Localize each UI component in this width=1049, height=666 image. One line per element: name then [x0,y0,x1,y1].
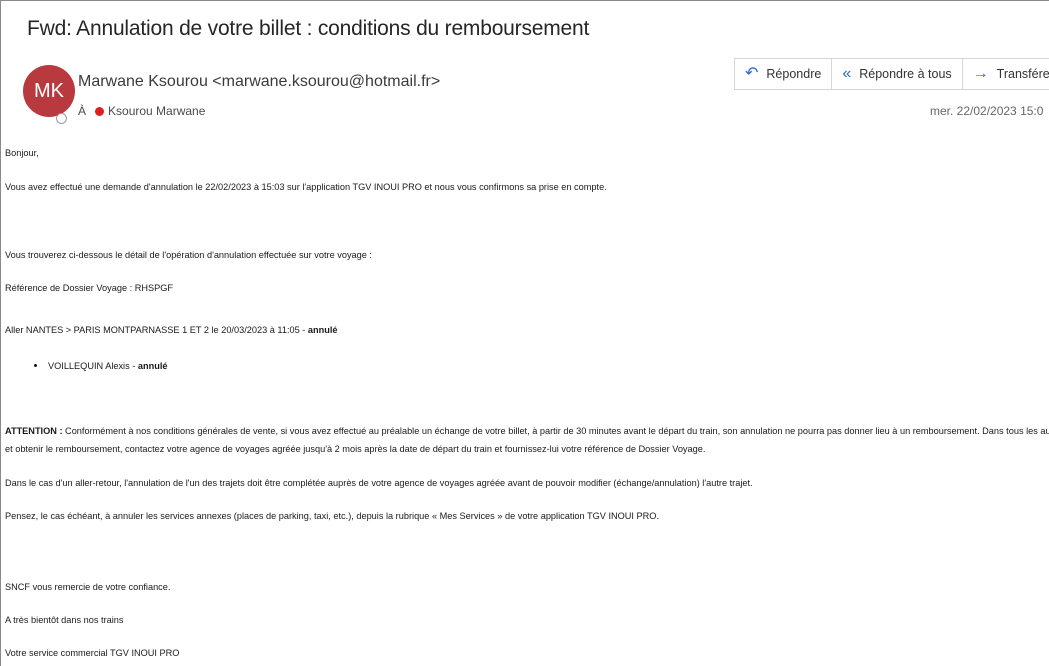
reply-all-label: Répondre à tous [859,67,952,81]
body-paragraph-round-trip: Dans le cas d'un aller-retour, l'annulat… [5,478,753,488]
reply-button[interactable]: ↶ Répondre [735,59,833,89]
red-status-dot-icon [95,106,105,116]
body-signature: Votre service commercial TGV INOUI PRO [5,648,180,658]
sender-avatar[interactable]: MK [23,65,75,117]
reply-label: Répondre [766,67,822,81]
reply-icon: ↶ [745,65,759,82]
passenger-status: annulé [137,361,168,371]
email-date: mer. 22/02/2023 15:0 [930,104,1044,118]
sender-name[interactable]: Marwane Ksourou <marwane.ksourou@hotmail… [78,73,440,91]
presence-status-icon [56,113,67,124]
body-paragraph-farewell: A très bientôt dans nos trains [5,615,124,625]
email-subject: Fwd: Annulation de votre billet : condit… [27,17,590,40]
body-paragraph-request: Vous avez effectué une demande d'annulat… [5,182,607,192]
avatar-initials: MK [34,79,64,102]
attention-text-line2: et obtenir le remboursement, contactez v… [5,444,706,454]
trip-line: Aller NANTES > PARIS MONTPARNASSE 1 ET 2… [5,324,338,336]
trip-description: Aller NANTES > PARIS MONTPARNASSE 1 ET 2… [5,325,308,335]
forward-button[interactable]: → Transférer [963,59,1049,89]
booking-reference: Référence de Dossier Voyage : RHSPGF [5,283,174,293]
body-paragraph-thanks: SNCF vous remercie de votre confiance. [5,582,171,592]
greeting: Bonjour, [5,148,39,158]
trip-status: annulé [307,325,338,335]
reply-all-button[interactable]: « Répondre à tous [832,59,963,89]
attention-label: ATTENTION : [5,426,63,436]
forward-label: Transférer [996,67,1049,81]
bullet-icon [34,364,37,367]
forward-arrow-icon: → [972,65,989,82]
body-paragraph-services: Pensez, le cas échéant, à annuler les se… [5,511,659,521]
attention-text-line1: Conformément à nos conditions générales … [65,426,1049,436]
email-reading-pane: Fwd: Annulation de votre billet : condit… [0,0,1049,666]
recipient-row: À Ksourou Marwane [78,104,205,118]
passenger-name: VOILLEQUIN Alexis - [48,361,138,371]
recipient-name[interactable]: Ksourou Marwane [108,104,205,118]
reply-all-icon: « [842,65,852,82]
attention-paragraph: ATTENTION : Conformément à nos condition… [5,425,1049,437]
passenger-line: VOILLEQUIN Alexis - annulé [48,360,167,372]
to-label: À [78,104,87,118]
body-paragraph-detail: Vous trouverez ci-dessous le détail de l… [5,250,372,260]
message-actions-toolbar: ↶ Répondre « Répondre à tous → Transfére… [734,58,1049,90]
